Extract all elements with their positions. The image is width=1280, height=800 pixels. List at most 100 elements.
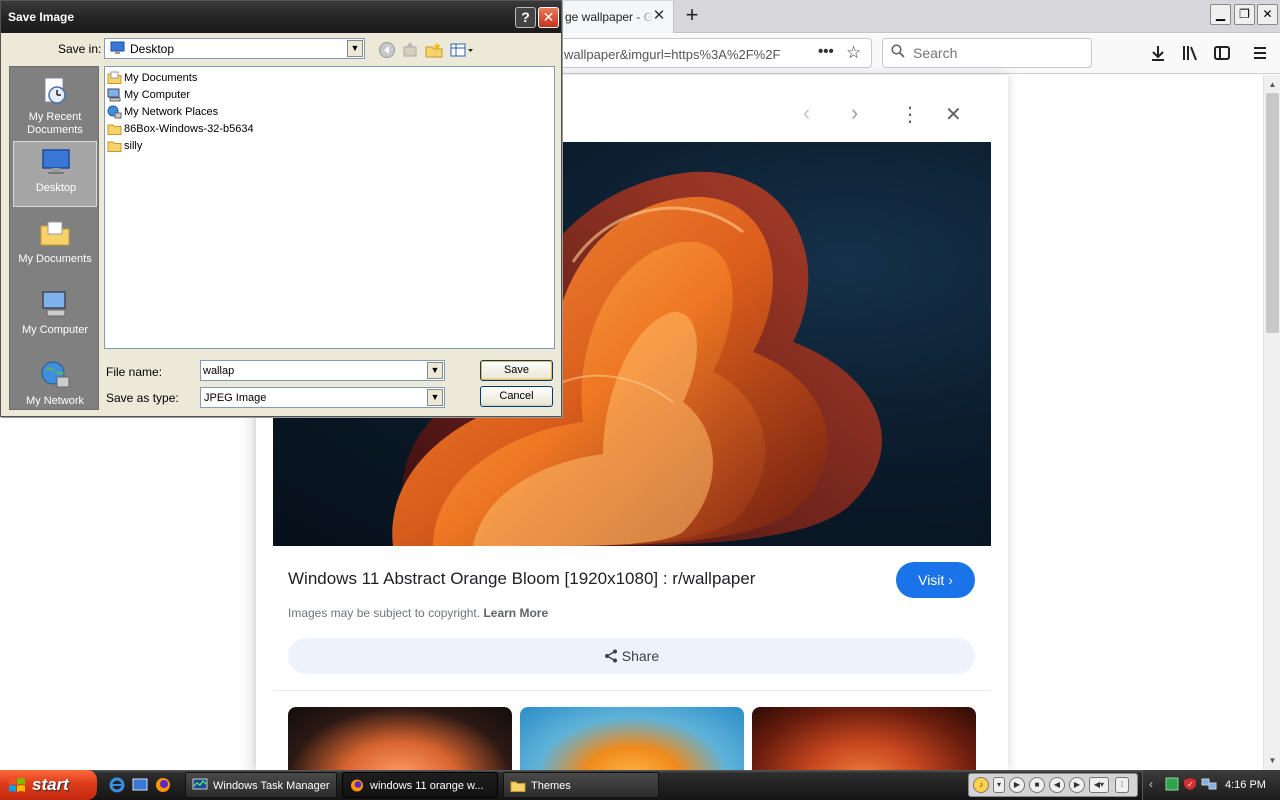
my-network-icon <box>41 361 70 388</box>
copyright-notice: Images may be subject to copyright. Lear… <box>288 606 548 620</box>
browser-tab-title: ge wallpaper - Go <box>565 10 653 24</box>
cancel-button[interactable]: Cancel <box>480 386 553 407</box>
place-my-network[interactable]: My Network <box>13 355 97 421</box>
chevron-down-icon[interactable]: ▼ <box>347 40 363 57</box>
share-button[interactable]: Share <box>288 638 975 674</box>
dialog-title-bar[interactable]: Save Image ? ✕ <box>1 1 561 33</box>
task-manager-icon <box>192 778 208 790</box>
scroll-up-arrow-icon[interactable]: ▲ <box>1265 77 1280 92</box>
back-icon[interactable] <box>378 41 396 59</box>
bookmark-star-icon[interactable]: ☆ <box>846 43 861 63</box>
minimize-window-button[interactable]: ▁ <box>1210 4 1231 25</box>
close-panel-icon[interactable]: ✕ <box>945 102 962 127</box>
taskbar-item-task-manager[interactable]: Windows Task Manager <box>185 772 337 798</box>
taskbar-item-firefox[interactable]: windows 11 orange w... <box>342 772 498 798</box>
next-track-icon[interactable]: ▶ <box>1069 777 1085 793</box>
close-tab-icon[interactable]: ✕ <box>651 8 667 24</box>
taskbar-item-label: Windows Task Manager <box>213 780 330 792</box>
save-in-dropdown[interactable]: Desktop ▼ <box>104 38 365 59</box>
search-box[interactable] <box>882 38 1092 68</box>
network-status-icon[interactable] <box>1165 777 1179 791</box>
close-dialog-button[interactable]: ✕ <box>538 7 559 28</box>
scroll-down-arrow-icon[interactable]: ▼ <box>1265 753 1280 768</box>
menu-icon[interactable] <box>1250 43 1270 63</box>
vertical-scrollbar[interactable]: ▲ ▼ <box>1263 75 1280 770</box>
url-text[interactable]: wallpaper&imgurl=https%3A%2F%2F <box>564 47 804 62</box>
security-shield-icon[interactable]: ✓ <box>1183 777 1197 791</box>
place-my-documents[interactable]: My Documents <box>13 213 97 279</box>
search-input[interactable] <box>913 43 1083 63</box>
visit-button[interactable]: Visit › <box>896 562 975 598</box>
place-my-computer[interactable]: My Computer <box>13 284 97 350</box>
places-bar: My Recent Documents Desktop My Documents… <box>9 66 99 410</box>
new-folder-icon[interactable] <box>425 41 443 59</box>
network-connections-icon[interactable] <box>1201 777 1217 791</box>
restore-window-button[interactable]: ❐ <box>1234 4 1255 25</box>
show-desktop-icon[interactable] <box>131 776 149 794</box>
taskbar-item-label: windows 11 orange w... <box>370 780 484 792</box>
restore-player-icon[interactable]: ▾ <box>993 777 1005 793</box>
folder-icon <box>107 124 122 135</box>
up-one-level-icon[interactable] <box>401 41 419 59</box>
chevron-down-icon[interactable]: ▼ <box>427 362 443 379</box>
previous-image-icon[interactable]: ‹ <box>803 100 810 126</box>
save-image-dialog: Save Image ? ✕ Save in: Desktop ▼ My Rec… <box>0 0 562 417</box>
file-name-combo[interactable]: ▼ <box>200 360 445 381</box>
chevron-right-icon: › <box>948 572 953 588</box>
related-image-thumbnail[interactable] <box>288 707 512 770</box>
related-image-thumbnail[interactable] <box>520 707 744 770</box>
downloads-icon[interactable] <box>1148 43 1168 63</box>
view-menu-icon[interactable] <box>450 41 474 59</box>
save-in-value: Desktop <box>130 42 175 56</box>
url-bar[interactable]: wallpaper&imgurl=https%3A%2F%2F ••• ☆ <box>560 38 872 68</box>
related-image-thumbnail[interactable] <box>752 707 976 770</box>
place-desktop[interactable]: Desktop <box>13 141 97 207</box>
learn-more-link[interactable]: Learn More <box>483 606 548 620</box>
next-image-icon[interactable]: › <box>851 100 858 126</box>
volume-icon[interactable]: ◀▾ <box>1089 777 1109 793</box>
computer-icon <box>107 88 121 102</box>
chevron-down-icon[interactable]: ▼ <box>427 389 443 406</box>
new-tab-button[interactable]: + <box>680 4 704 28</box>
previous-track-icon[interactable]: ◀ <box>1049 777 1065 793</box>
firefox-icon[interactable] <box>154 776 172 794</box>
close-window-button[interactable]: ✕ <box>1257 4 1278 25</box>
more-options-icon[interactable]: ⋮ <box>900 102 920 127</box>
taskbar-item-label: Themes <box>531 780 571 792</box>
show-hidden-icons-chevron-icon[interactable]: ‹ <box>1149 777 1153 791</box>
network-icon <box>107 105 122 119</box>
save-as-type-value: JPEG Image <box>204 392 267 404</box>
image-title[interactable]: Windows 11 Abstract Orange Bloom [1920x1… <box>288 569 755 589</box>
help-button[interactable]: ? <box>515 7 536 28</box>
taskbar-item-themes[interactable]: Themes <box>503 772 659 798</box>
scrollbar-thumb[interactable] <box>1266 93 1279 333</box>
taskbar: start Windows Task Manager windows 11 or… <box>0 770 1280 800</box>
visit-button-label: Visit <box>918 572 945 588</box>
save-button[interactable]: Save <box>480 360 553 381</box>
start-button[interactable]: start <box>0 770 97 800</box>
browser-tab[interactable]: ge wallpaper - Go ✕ <box>558 1 674 33</box>
place-label: Desktop <box>35 182 77 194</box>
desktop-icon <box>110 41 125 54</box>
desktop-icon <box>42 149 70 174</box>
stop-icon[interactable]: ■ <box>1029 777 1045 793</box>
internet-explorer-icon[interactable] <box>108 776 126 794</box>
file-list[interactable]: My Documents My Computer My Network Plac… <box>104 66 555 349</box>
play-icon[interactable]: ▶ <box>1009 777 1025 793</box>
recent-documents-icon <box>44 77 66 104</box>
sidebar-icon[interactable] <box>1212 43 1232 63</box>
place-my-recent-documents[interactable]: My Recent Documents <box>13 71 97 137</box>
media-options-icon[interactable]: ⁞ <box>1115 777 1129 793</box>
media-player-toolbar: ♪ ▾ ▶ ■ ◀ ▶ ◀▾ ⁞ <box>968 773 1138 797</box>
save-as-type-dropdown[interactable]: JPEG Image ▼ <box>200 387 445 408</box>
library-icon[interactable] <box>1180 43 1200 63</box>
media-player-icon[interactable]: ♪ <box>973 777 989 793</box>
save-in-label: Save in: <box>58 42 102 56</box>
folder-icon <box>107 141 122 152</box>
page-actions-icon[interactable]: ••• <box>818 43 834 60</box>
place-label: My Network <box>25 395 85 407</box>
start-label: start <box>32 775 69 794</box>
save-as-type-label: Save as type: <box>106 391 179 405</box>
file-name-input[interactable] <box>203 363 425 378</box>
clock[interactable]: 4:16 PM <box>1225 779 1266 791</box>
